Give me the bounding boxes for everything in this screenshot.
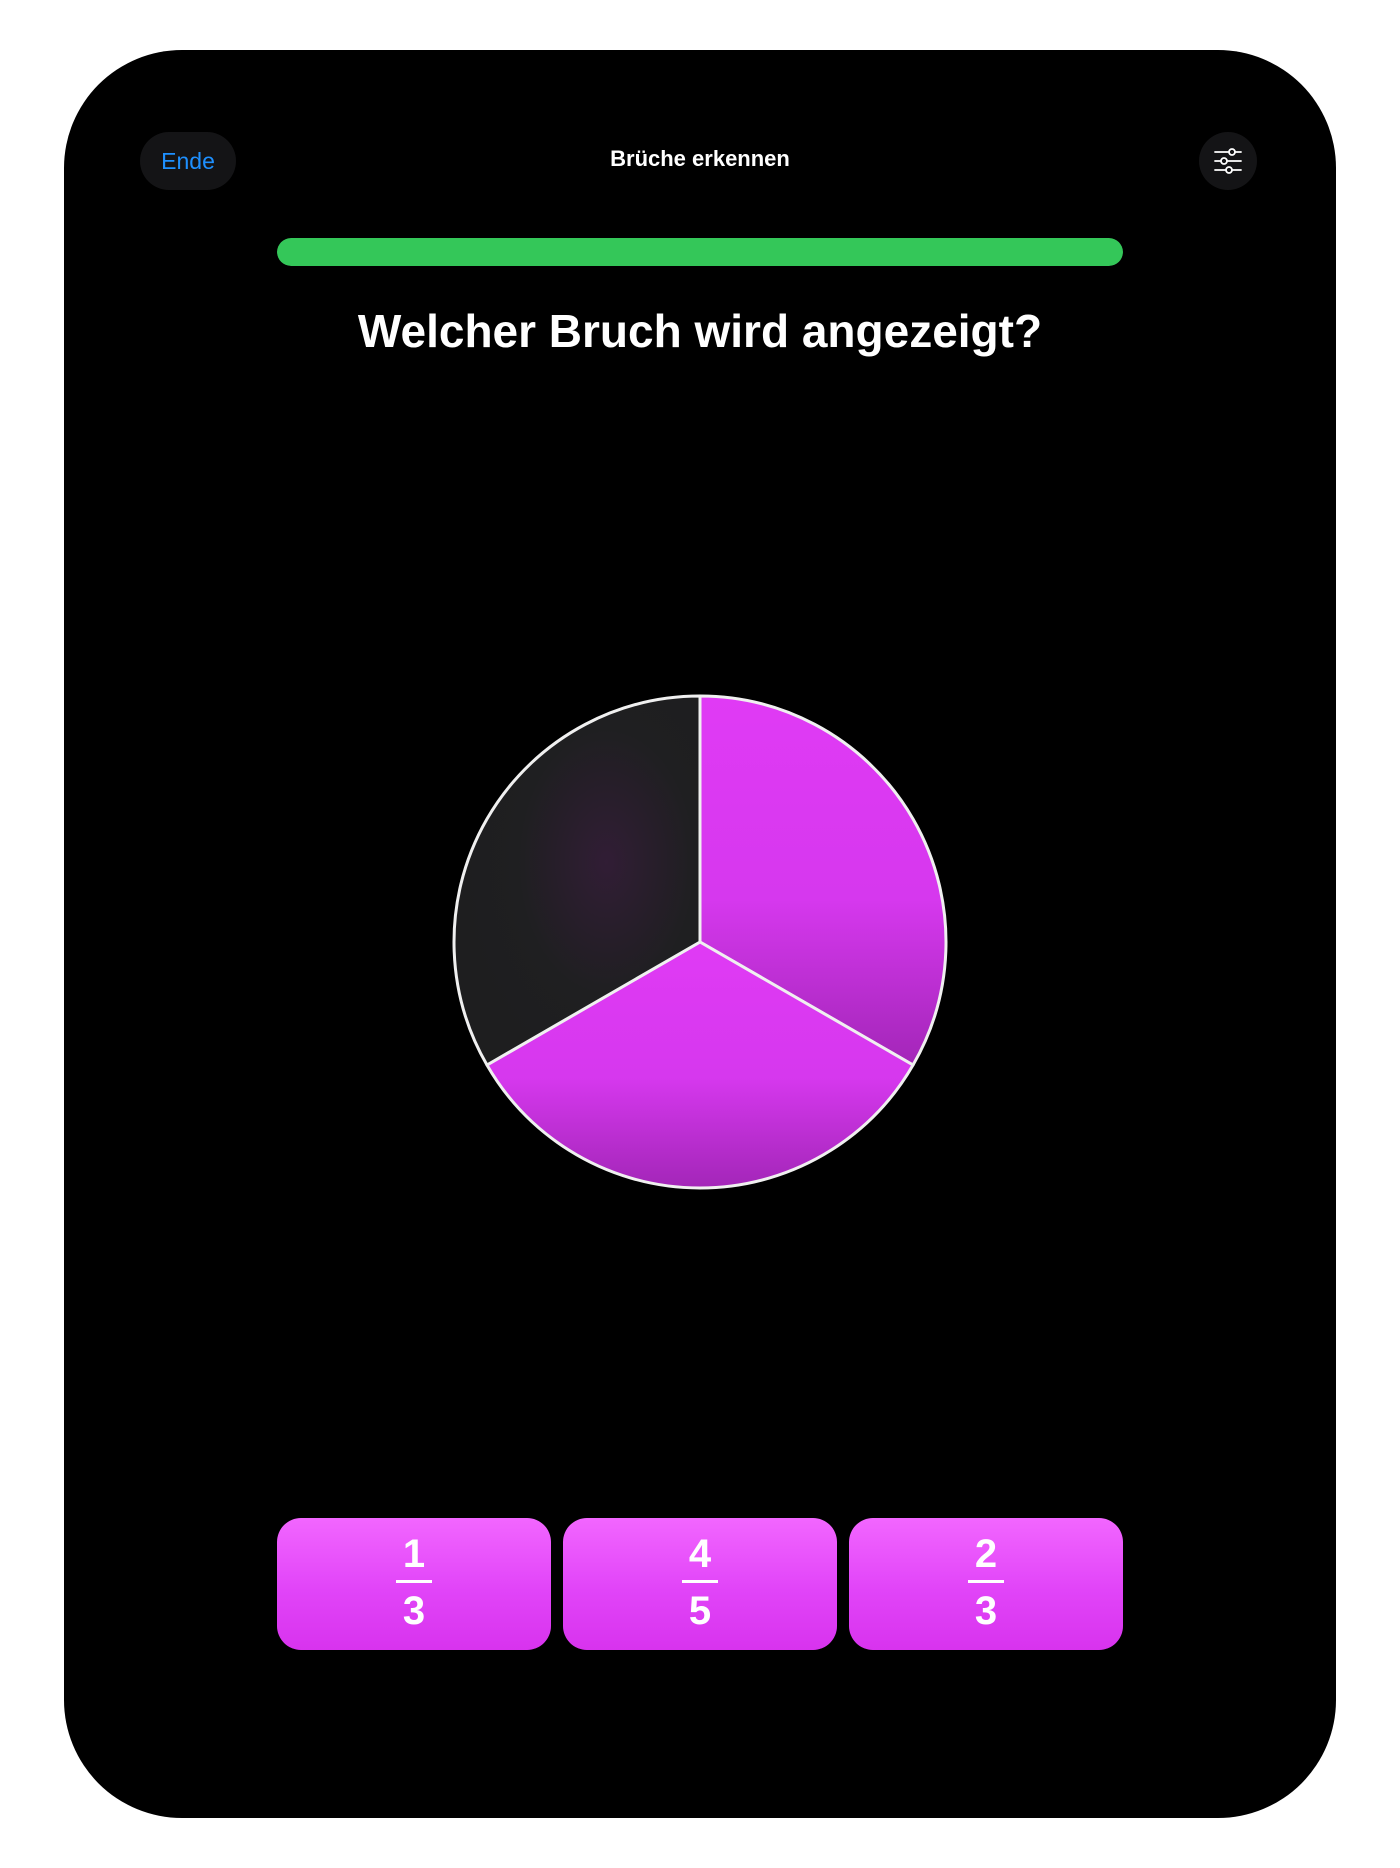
fraction-bar <box>682 1580 718 1583</box>
fraction-label: 2 3 <box>849 1532 1123 1633</box>
fraction-label: 1 3 <box>277 1532 551 1633</box>
answer-button-2[interactable]: 4 5 <box>563 1518 837 1650</box>
question-text: Welcher Bruch wird angezeigt? <box>357 305 1043 357</box>
denominator: 3 <box>402 1589 426 1633</box>
answer-button-1[interactable]: 1 3 <box>277 1518 551 1650</box>
fraction-pie <box>450 692 950 1192</box>
sliders-icon <box>1214 148 1242 174</box>
numerator: 2 <box>974 1532 998 1576</box>
fraction-label: 4 5 <box>563 1532 837 1633</box>
progress-bar <box>277 238 1123 266</box>
denominator: 3 <box>974 1589 998 1633</box>
progress-fill <box>277 238 1123 266</box>
fraction-pie-chart <box>452 694 948 1190</box>
denominator: 5 <box>688 1589 712 1633</box>
numerator: 4 <box>688 1532 712 1576</box>
fraction-bar <box>968 1580 1004 1583</box>
answer-options: 1 3 4 5 2 3 <box>277 1518 1123 1650</box>
fraction-bar <box>396 1580 432 1583</box>
page-title: Brüche erkennen <box>610 146 790 171</box>
numerator: 1 <box>402 1532 426 1576</box>
app-screen: Ende Brüche erkennen Welcher Bruch wird … <box>64 50 1336 1818</box>
settings-button[interactable] <box>1199 132 1257 190</box>
answer-button-3[interactable]: 2 3 <box>849 1518 1123 1650</box>
